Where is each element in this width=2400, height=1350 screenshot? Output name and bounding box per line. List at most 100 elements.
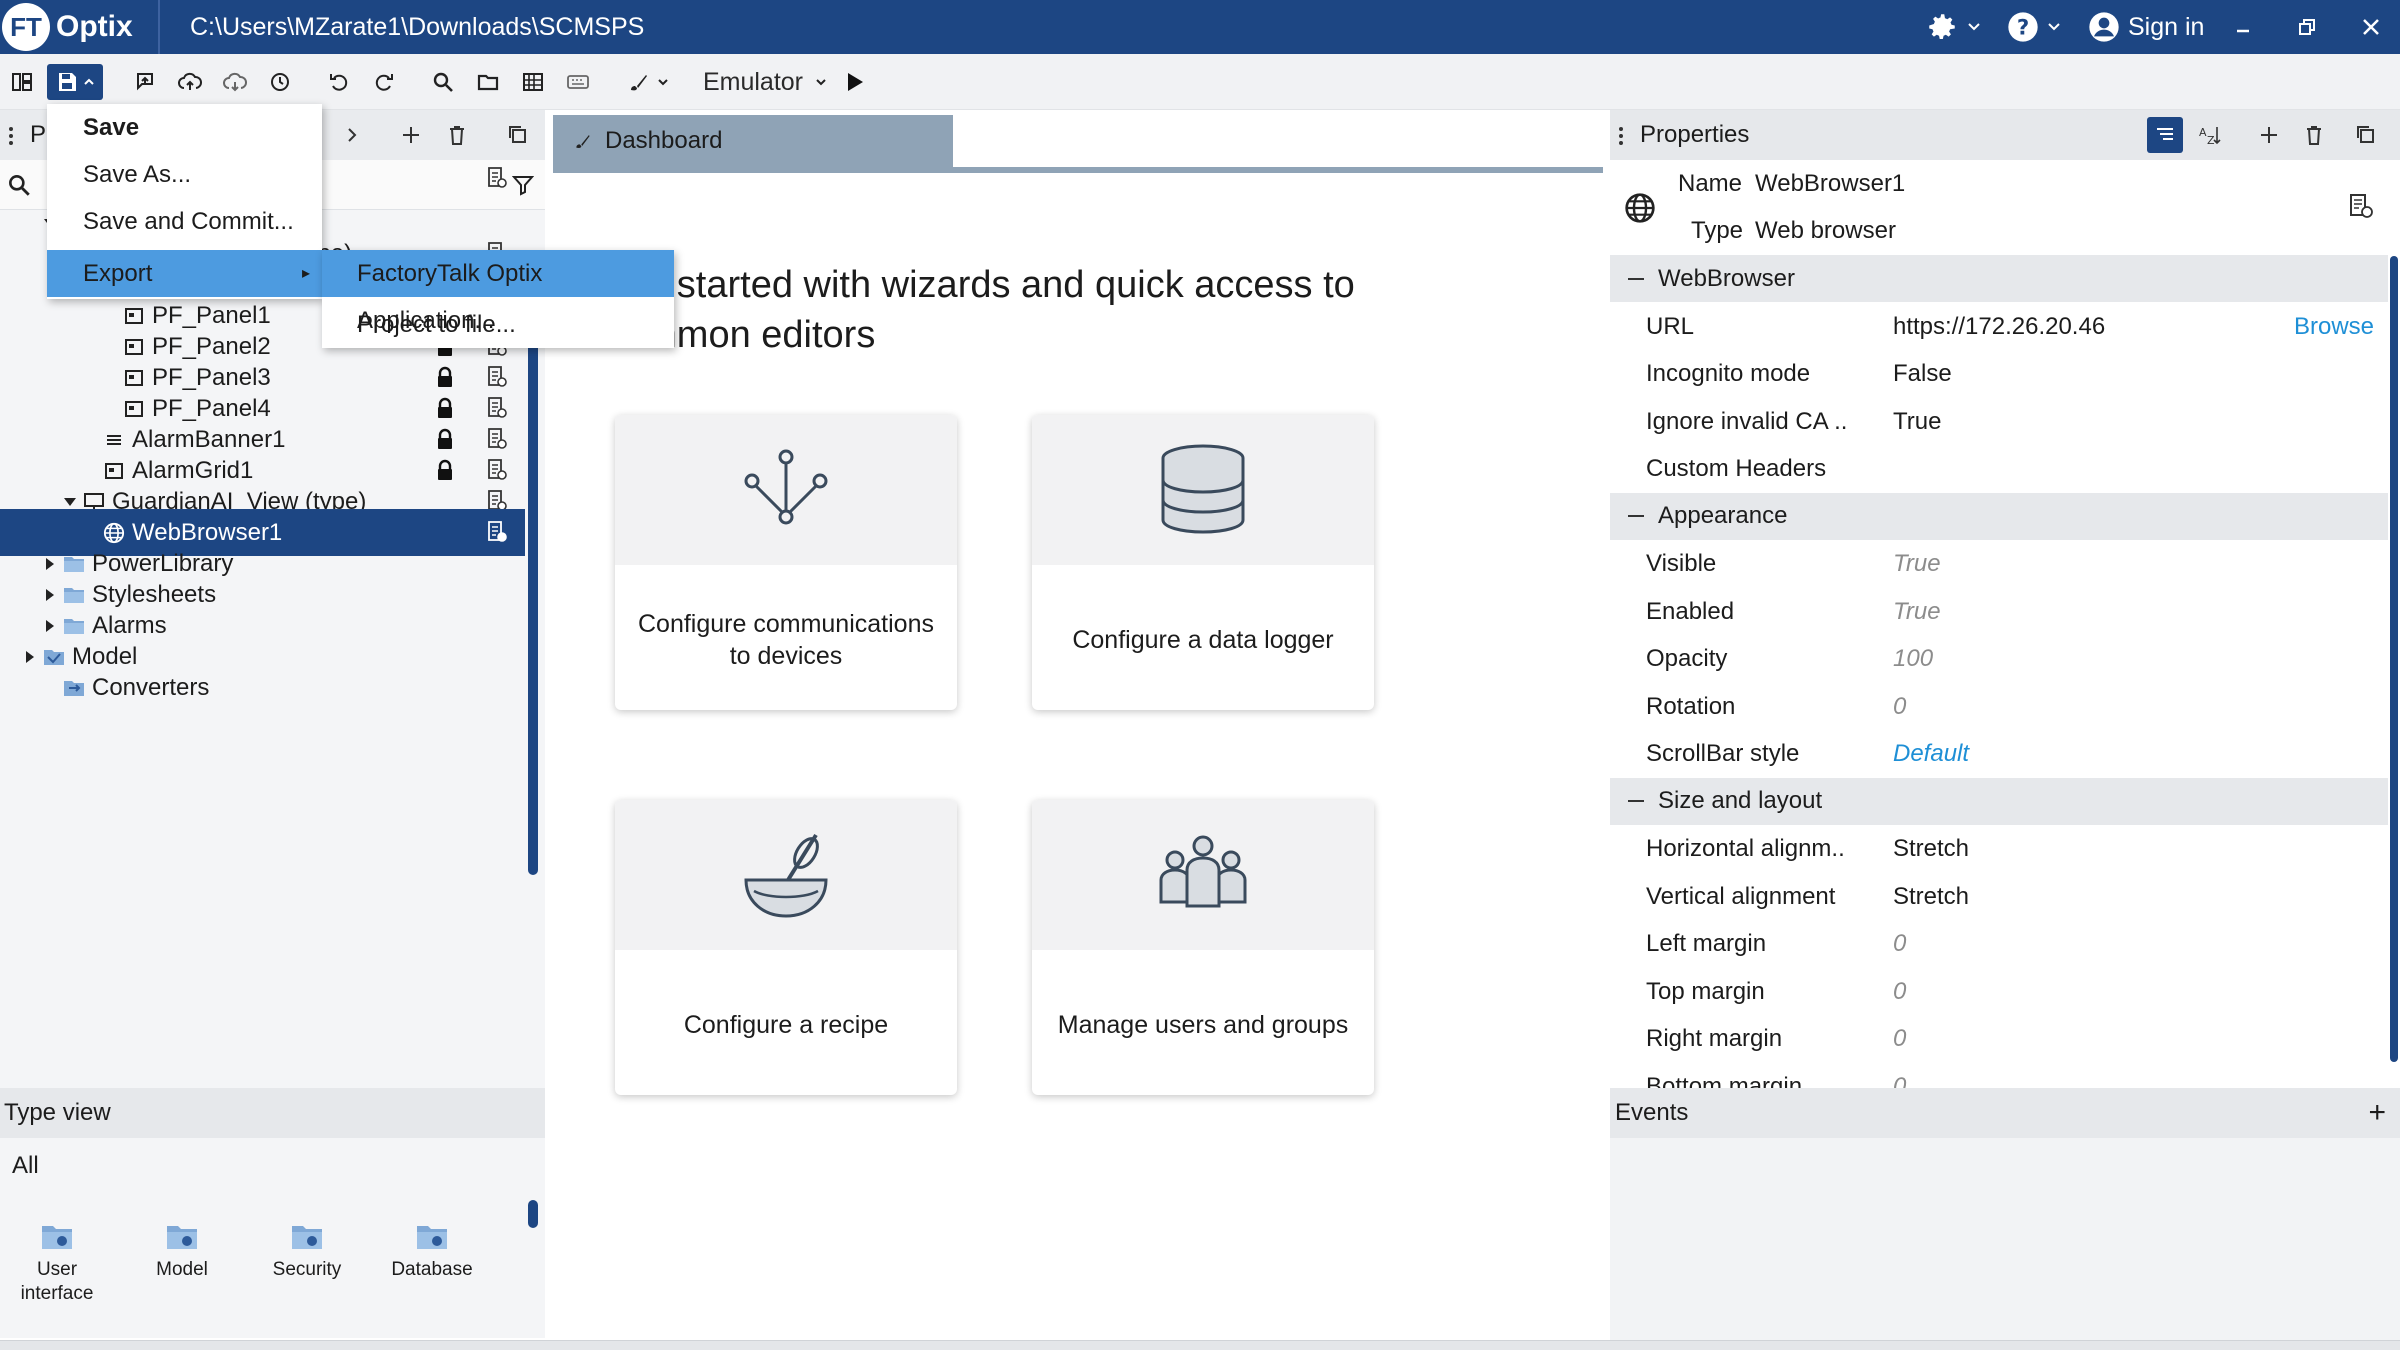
property-row-vertical-alignment[interactable]: Vertical alignment Stretch bbox=[1610, 873, 2388, 920]
open-folder-button[interactable] bbox=[471, 64, 505, 100]
properties-scrollbar[interactable] bbox=[2390, 256, 2398, 1062]
card-manage-users[interactable]: Manage users and groups bbox=[1032, 800, 1374, 1095]
type-view-item-model[interactable]: Model bbox=[127, 1222, 237, 1282]
expand-arrow-right-icon[interactable] bbox=[40, 557, 60, 571]
property-value[interactable]: True bbox=[1893, 588, 1941, 635]
style-dropdown-button[interactable] bbox=[622, 64, 674, 100]
property-value[interactable]: Stretch bbox=[1893, 825, 1969, 872]
property-value[interactable]: 0 bbox=[1893, 683, 1906, 730]
copy-property-button[interactable] bbox=[2348, 117, 2384, 153]
add-property-button[interactable] bbox=[2251, 117, 2287, 153]
group-by-category-button[interactable] bbox=[2147, 117, 2183, 153]
settings-menu-button[interactable] bbox=[1925, 0, 1981, 54]
tab-dashboard[interactable]: Dashboard bbox=[553, 115, 953, 167]
run-emulator-button[interactable] bbox=[840, 64, 870, 100]
property-row-visible[interactable]: Visible True bbox=[1610, 540, 2388, 587]
property-value[interactable]: True bbox=[1893, 398, 1941, 445]
property-value[interactable]: 100 bbox=[1893, 635, 1933, 682]
card-configure-recipe[interactable]: Configure a recipe bbox=[615, 800, 957, 1095]
property-value[interactable]: 0 bbox=[1893, 1015, 1906, 1062]
sign-in-button[interactable]: Sign in bbox=[2088, 0, 2204, 54]
property-row-url[interactable]: URL https://172.26.20.46 Browse bbox=[1610, 303, 2388, 350]
expand-arrow-down-icon[interactable] bbox=[60, 497, 80, 507]
redo-button[interactable] bbox=[367, 64, 401, 100]
menu-item-save-and-commit[interactable]: Save and Commit... bbox=[47, 198, 322, 245]
add-event-button[interactable]: + bbox=[2368, 1088, 2386, 1138]
close-button[interactable] bbox=[2360, 0, 2382, 54]
type-key: Type bbox=[1691, 217, 1744, 244]
property-row-right-margin[interactable]: Right margin 0 bbox=[1610, 1015, 2388, 1062]
deploy-button[interactable] bbox=[128, 64, 162, 100]
property-row-scrollbar-style[interactable]: ScrollBar style Default bbox=[1610, 730, 2388, 777]
property-key: Horizontal alignm... bbox=[1646, 835, 1846, 862]
property-row-top-margin[interactable]: Top margin 0 bbox=[1610, 968, 2388, 1015]
library-button[interactable] bbox=[516, 64, 550, 100]
expand-arrow-right-icon[interactable] bbox=[40, 588, 60, 602]
property-row-custom-headers[interactable]: Custom Headers bbox=[1610, 445, 2388, 492]
property-value[interactable]: False bbox=[1893, 350, 1952, 397]
tree-item-converters[interactable]: Converters bbox=[0, 664, 525, 711]
name-value[interactable]: WebBrowser1 bbox=[1755, 170, 1905, 198]
property-value[interactable]: https://172.26.20.46 bbox=[1893, 303, 2105, 350]
trash-icon[interactable] bbox=[447, 124, 467, 146]
kebab-menu-icon[interactable] bbox=[6, 124, 16, 148]
delete-property-button[interactable] bbox=[2296, 117, 2332, 153]
section-webbrowser[interactable]: WebBrowser bbox=[1610, 255, 2388, 302]
edit-document-icon[interactable] bbox=[486, 166, 508, 190]
help-menu-button[interactable]: ? bbox=[2007, 0, 2061, 54]
property-row-horizontal-alignm[interactable]: Horizontal alignm... Stretch bbox=[1610, 825, 2388, 872]
layout-button[interactable] bbox=[4, 64, 40, 100]
menu-item-project-to-file[interactable]: Project to file... bbox=[322, 301, 674, 348]
history-icon bbox=[271, 73, 289, 91]
type-view-filter[interactable]: All bbox=[12, 1152, 39, 1180]
card-configure-data-logger[interactable]: Configure a data logger bbox=[1032, 415, 1374, 710]
menu-item-factorytalk-optix-application[interactable]: FactoryTalk Optix Application... bbox=[322, 250, 674, 334]
property-row-ignore-invalid-ca[interactable]: Ignore invalid CA ... True bbox=[1610, 398, 2388, 445]
type-view-item-label: Database bbox=[391, 1259, 473, 1280]
save-dropdown-button[interactable] bbox=[47, 64, 103, 100]
add-icon[interactable] bbox=[400, 124, 422, 146]
minimize-button[interactable] bbox=[2232, 0, 2254, 54]
history-button[interactable] bbox=[263, 64, 297, 100]
expand-arrow-right-icon[interactable] bbox=[40, 619, 60, 633]
converter-icon bbox=[60, 678, 88, 698]
card-configure-communications[interactable]: Configure communications to devices bbox=[615, 415, 957, 710]
type-view-item-user-interface[interactable]: User interface bbox=[2, 1222, 112, 1306]
property-key: Opacity bbox=[1646, 645, 1728, 672]
expand-arrow-right-icon[interactable] bbox=[20, 650, 40, 664]
property-value[interactable]: True bbox=[1893, 540, 1941, 587]
type-view-item-database[interactable]: Database bbox=[377, 1222, 487, 1282]
emulator-dropdown[interactable]: Emulator bbox=[700, 64, 830, 100]
undo-button[interactable] bbox=[322, 64, 356, 100]
property-value[interactable]: Default bbox=[1893, 730, 1969, 777]
kebab-menu-icon[interactable] bbox=[1616, 124, 1626, 148]
keyboard-button[interactable] bbox=[561, 64, 595, 100]
search-button[interactable] bbox=[426, 64, 460, 100]
restore-button[interactable] bbox=[2296, 0, 2318, 54]
property-value[interactable]: 0 bbox=[1893, 920, 1906, 967]
cloud-upload-button[interactable] bbox=[173, 64, 207, 100]
property-value[interactable]: 0 bbox=[1893, 1063, 1906, 1089]
browse-link[interactable]: Browse bbox=[2294, 303, 2374, 350]
edit-document-icon[interactable] bbox=[2348, 192, 2374, 220]
property-row-enabled[interactable]: Enabled True bbox=[1610, 588, 2388, 635]
sort-alphabetical-button[interactable]: AZ bbox=[2192, 117, 2228, 153]
type-view-scrollbar[interactable] bbox=[528, 1200, 538, 1228]
copy-icon[interactable] bbox=[507, 124, 529, 146]
property-row-opacity[interactable]: Opacity 100 bbox=[1610, 635, 2388, 682]
project-tree-scrollbar[interactable] bbox=[528, 330, 538, 875]
property-value[interactable]: 0 bbox=[1893, 968, 1906, 1015]
type-view-item-security[interactable]: Security bbox=[252, 1222, 362, 1282]
menu-item-export[interactable]: Export ▸ bbox=[47, 250, 322, 297]
menu-item-save[interactable]: Save bbox=[47, 104, 322, 151]
property-row-incognito-mode[interactable]: Incognito mode False bbox=[1610, 350, 2388, 397]
section-size-and-layout[interactable]: Size and layout bbox=[1610, 777, 2388, 825]
property-row-bottom-margin[interactable]: Bottom margin 0 bbox=[1610, 1063, 2388, 1089]
property-row-rotation[interactable]: Rotation 0 bbox=[1610, 683, 2388, 730]
chevron-right-icon[interactable] bbox=[345, 125, 359, 145]
property-value[interactable]: Stretch bbox=[1893, 873, 1969, 920]
cloud-download-button[interactable] bbox=[218, 64, 252, 100]
property-row-left-margin[interactable]: Left margin 0 bbox=[1610, 920, 2388, 967]
menu-item-save-as[interactable]: Save As... bbox=[47, 151, 322, 198]
section-appearance[interactable]: Appearance bbox=[1610, 492, 2388, 540]
